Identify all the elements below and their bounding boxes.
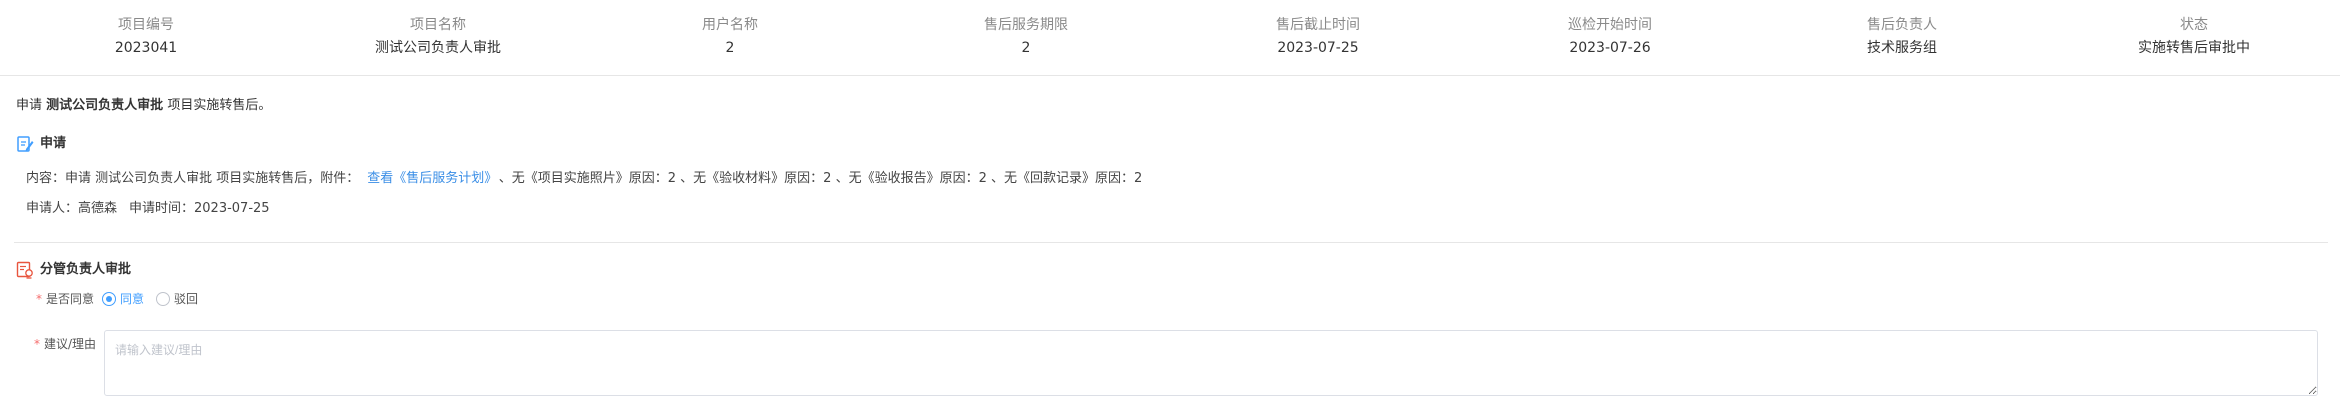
required-marker: * bbox=[36, 291, 42, 306]
radio-reject[interactable]: 驳回 bbox=[156, 290, 198, 307]
applicant-text: 申请人：高德森 bbox=[26, 201, 118, 216]
intro-project-name: 测试公司负责人审批 bbox=[46, 98, 164, 113]
review-section-title: 分管负责人审批 bbox=[16, 260, 131, 280]
review-section-label: 分管负责人审批 bbox=[40, 262, 132, 277]
summary-label: 项目编号 bbox=[118, 17, 174, 33]
content-suffix: 、无《项目实施照片》原因：2 、无《验收材料》原因：2 、无《验收报告》原因：2… bbox=[498, 171, 1143, 186]
intro-suffix: 项目实施转售后。 bbox=[167, 98, 272, 113]
summary-value: 2023-07-25 bbox=[1277, 40, 1359, 56]
service-plan-link[interactable]: 查看《售后服务计划》 bbox=[367, 171, 491, 186]
status-value: 实施转售后审批中 bbox=[2138, 40, 2250, 56]
edit-document-icon bbox=[17, 136, 34, 152]
summary-value: 2023041 bbox=[114, 40, 178, 56]
radio-reject-circle[interactable] bbox=[156, 291, 171, 306]
apply-section-title: 申请 bbox=[16, 134, 66, 154]
required-marker: * bbox=[34, 336, 40, 351]
reason-label: 建议/理由 bbox=[44, 337, 97, 351]
radio-agree-circle[interactable] bbox=[102, 291, 117, 306]
summary-label: 状态 bbox=[2180, 17, 2208, 33]
summary-label: 售后负责人 bbox=[1867, 17, 1937, 33]
apply-meta: 申请人：高德森 申请时间：2023-07-25 bbox=[26, 199, 270, 219]
summary-value: 2 bbox=[1021, 40, 1031, 56]
intro-prefix: 申请 bbox=[16, 98, 43, 113]
reason-row: * 建议/理由 bbox=[34, 335, 96, 352]
summary-label: 售后服务期限 bbox=[984, 17, 1068, 33]
radio-agree[interactable]: 同意 bbox=[102, 290, 144, 307]
summary-label: 用户名称 bbox=[702, 17, 758, 33]
project-summary: 项目编号 2023041 项目名称 测试公司负责人审批 用户名称 2 售后服务期… bbox=[0, 0, 2340, 76]
summary-label: 项目名称 bbox=[410, 17, 466, 33]
summary-value: 2023-07-26 bbox=[1569, 40, 1651, 56]
section-divider bbox=[14, 242, 2328, 243]
apply-section-label: 申请 bbox=[40, 136, 67, 151]
summary-label: 售后截止时间 bbox=[1276, 17, 1360, 33]
summary-value: 技术服务组 bbox=[1867, 40, 1937, 56]
agree-label: 是否同意 bbox=[46, 292, 95, 306]
apply-content: 内容：申请 测试公司负责人审批 项目实施转售后，附件： 查看《售后服务计划》 、无《… bbox=[26, 169, 1142, 189]
summary-value: 测试公司负责人审批 bbox=[375, 40, 501, 56]
apply-time-text: 申请时间：2023-07-25 bbox=[129, 201, 270, 216]
agree-row: * 是否同意 同意 驳回 bbox=[36, 290, 210, 307]
approval-document-icon bbox=[16, 261, 33, 279]
reason-textarea[interactable] bbox=[104, 330, 2318, 396]
summary-label: 巡检开始时间 bbox=[1568, 17, 1652, 33]
request-intro: 申请 测试公司负责人审批 项目实施转售后。 bbox=[16, 96, 271, 116]
radio-agree-label[interactable]: 同意 bbox=[120, 290, 144, 307]
summary-value: 2 bbox=[725, 40, 735, 56]
radio-reject-label[interactable]: 驳回 bbox=[174, 290, 198, 307]
content-prefix: 内容：申请 测试公司负责人审批 项目实施转售后，附件： bbox=[26, 171, 360, 186]
